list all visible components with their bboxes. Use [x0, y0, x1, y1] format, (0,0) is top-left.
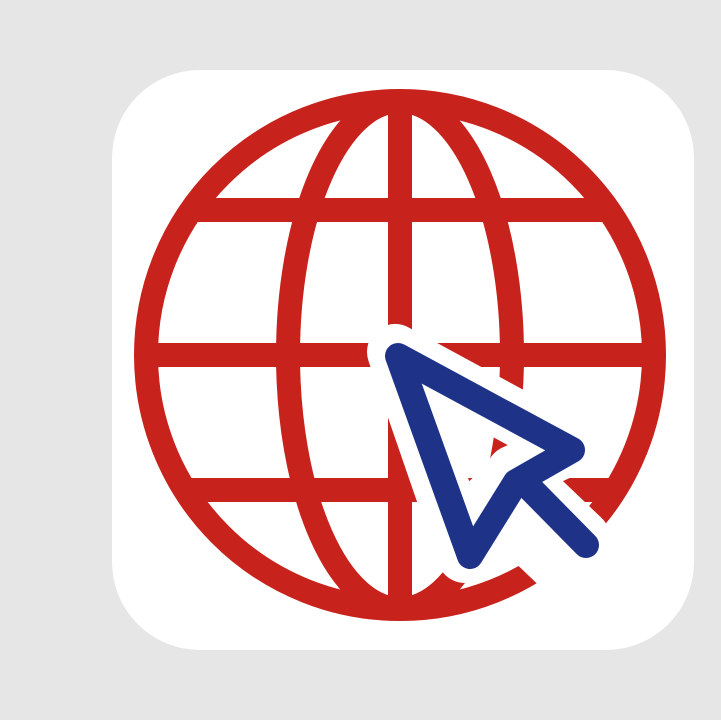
globe-with-cursor-icon	[134, 89, 666, 621]
mouse-pointer-icon	[367, 324, 610, 592]
app-icon-tile[interactable]	[112, 70, 694, 650]
